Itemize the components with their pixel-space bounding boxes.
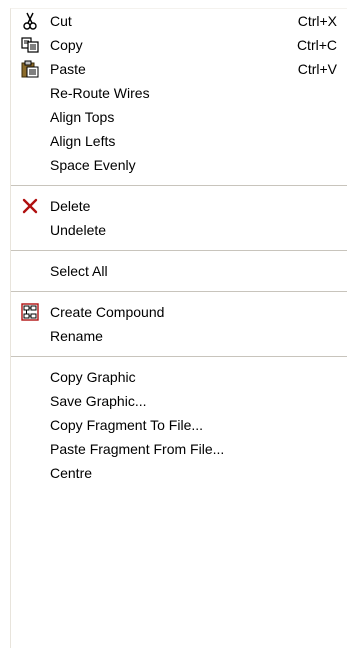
menu-item-label: Copy Graphic — [50, 369, 136, 385]
menu-item-label: Copy Fragment To File... — [50, 417, 204, 433]
menu-item-copy-graphic[interactable]: Copy Graphic — [11, 365, 347, 389]
menu-item-align-tops[interactable]: Align Tops — [11, 105, 347, 129]
menu-separator — [11, 291, 347, 293]
menu-item-delete[interactable]: Delete — [11, 194, 347, 218]
menu-item-label: Paste Fragment From File... — [50, 441, 225, 457]
menu-item-create-compound[interactable]: Create Compound — [11, 300, 347, 324]
menu-item-label: Delete — [50, 198, 91, 214]
menu-item-label: Align Tops — [50, 109, 115, 125]
menu-item-save-graphic[interactable]: Save Graphic... — [11, 389, 347, 413]
paste-icon — [21, 60, 39, 78]
menu-item-label: Paste — [50, 61, 86, 77]
menu-item-label: Undelete — [50, 222, 107, 238]
menu-item-space-evenly[interactable]: Space Evenly — [11, 153, 347, 177]
menu-separator — [11, 185, 347, 187]
context-menu: Cut Ctrl+X Copy Ctrl+C Paste Ctrl+V Re-R… — [10, 8, 347, 648]
menu-item-align-lefts[interactable]: Align Lefts — [11, 129, 347, 153]
copy-icon — [21, 36, 39, 54]
menu-item-label: Align Lefts — [50, 133, 116, 149]
menu-item-select-all[interactable]: Select All — [11, 259, 347, 283]
menu-item-copy[interactable]: Copy Ctrl+C — [11, 33, 347, 57]
shortcut-text: Ctrl+X — [297, 13, 337, 29]
menu-item-undelete[interactable]: Undelete — [11, 218, 347, 242]
shortcut-text: Ctrl+V — [297, 61, 337, 77]
menu-item-rename[interactable]: Rename — [11, 324, 347, 348]
menu-item-label: Centre — [50, 465, 93, 481]
menu-item-label: Save Graphic... — [50, 393, 147, 409]
menu-separator — [11, 356, 347, 358]
shortcut-text: Ctrl+C — [296, 37, 337, 53]
menu-separator — [11, 250, 347, 252]
menu-item-label: Rename — [50, 328, 103, 344]
menu-item-label: Copy — [50, 37, 83, 53]
menu-item-cut[interactable]: Cut Ctrl+X — [11, 9, 347, 33]
menu-item-paste[interactable]: Paste Ctrl+V — [11, 57, 347, 81]
menu-item-label: Space Evenly — [50, 157, 136, 173]
menu-item-reroute-wires[interactable]: Re-Route Wires — [11, 81, 347, 105]
menu-item-label: Create Compound — [50, 304, 165, 320]
menu-item-label: Re-Route Wires — [50, 85, 150, 101]
menu-item-copy-fragment-to-file[interactable]: Copy Fragment To File... — [11, 413, 347, 437]
delete-x-icon — [21, 197, 39, 215]
menu-item-label: Select All — [50, 263, 108, 279]
menu-item-centre[interactable]: Centre — [11, 461, 347, 485]
compound-icon — [21, 303, 39, 321]
scissors-icon — [21, 12, 39, 30]
menu-item-paste-fragment-from-file[interactable]: Paste Fragment From File... — [11, 437, 347, 461]
menu-item-label: Cut — [50, 13, 72, 29]
